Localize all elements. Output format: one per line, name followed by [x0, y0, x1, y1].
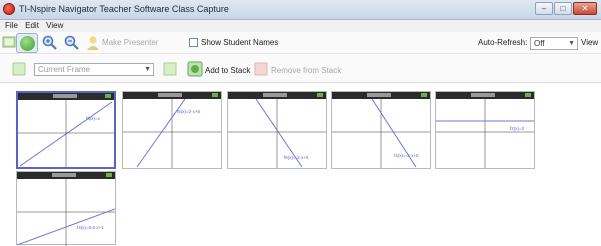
close-button[interactable]: ✕ — [573, 2, 597, 15]
menu-file[interactable]: File — [5, 20, 18, 32]
student-screen-thumbnail[interactable]: f2(x)=2 — [435, 91, 535, 169]
student-screen-thumbnail[interactable]: f4(x)=0.5·x+1 — [16, 171, 116, 246]
add-to-stack-button[interactable]: Add to Stack — [205, 66, 250, 75]
auto-refresh-label: Auto-Refresh: — [478, 38, 528, 47]
add-to-stack-icon — [187, 61, 203, 77]
function-label: f6(x)=-2·x+5 — [284, 155, 309, 160]
stack-icon — [163, 62, 177, 76]
refresh-icon — [20, 36, 35, 51]
graph-view: f4(x)=0.5·x+1 — [17, 179, 115, 246]
remove-from-stack-button[interactable]: Remove from Stack — [271, 66, 341, 75]
function-label: f2(x)=2 — [510, 126, 525, 131]
maximize-button[interactable]: □ — [554, 2, 572, 15]
graph-view: f2(x)=2 — [436, 99, 534, 168]
function-label: f4(x)=-2·x+5 — [394, 153, 419, 158]
student-screen-thumbnail[interactable]: f5(x)=2·x+5 — [122, 91, 222, 169]
student-screen-thumbnail[interactable]: f4(x)=-2·x+5 — [331, 91, 431, 169]
function-label: f5(x)=2·x+5 — [177, 109, 201, 114]
grid-view-icon[interactable] — [12, 62, 26, 76]
refresh-button[interactable] — [16, 33, 38, 53]
stack-toolbar: Current Frame ▼ Add to Stack Remove from… — [0, 55, 601, 83]
menu-bar: File Edit View — [0, 20, 601, 32]
main-toolbar: Make Presenter Show Student Names Auto-R… — [0, 32, 601, 54]
auto-refresh-value: Off — [534, 39, 545, 48]
graph-view: f6(x)=x — [18, 100, 114, 167]
function-label: f6(x)=x — [86, 116, 101, 121]
auto-refresh-select[interactable]: Off ▼ — [530, 37, 578, 50]
window-titlebar: TI-Nspire Navigator Teacher Software Cla… — [0, 0, 601, 20]
zoom-in-icon[interactable] — [42, 35, 58, 51]
capture-area: f6(x)=x f5(x)=2·x+5 f6(x)=-2·x+5 f4(x)=-… — [0, 84, 601, 246]
show-student-names-label[interactable]: Show Student Names — [201, 38, 278, 47]
chevron-down-icon: ▼ — [144, 66, 151, 73]
zoom-out-icon[interactable] — [64, 35, 80, 51]
graph-view: f5(x)=2·x+5 — [123, 99, 221, 168]
menu-view[interactable]: View — [46, 20, 63, 32]
function-label: f4(x)=0.5·x+1 — [77, 225, 104, 230]
window-title: TI-Nspire Navigator Teacher Software Cla… — [19, 4, 229, 14]
graph-view: f4(x)=-2·x+5 — [332, 99, 430, 168]
presenter-icon — [87, 36, 99, 50]
frame-select[interactable]: Current Frame ▼ — [34, 63, 154, 76]
view-label[interactable]: View — [581, 38, 598, 47]
remove-from-stack-icon — [254, 62, 268, 76]
window-controls: – □ ✕ — [535, 2, 597, 16]
chevron-down-icon: ▼ — [568, 40, 575, 47]
student-screen-thumbnail[interactable]: f6(x)=-2·x+5 — [227, 91, 327, 169]
frame-select-value: Current Frame — [38, 65, 91, 74]
minimize-button[interactable]: – — [535, 2, 553, 15]
student-screen-thumbnail[interactable]: f6(x)=x — [16, 91, 116, 169]
app-icon — [3, 3, 15, 15]
graph-view: f6(x)=-2·x+5 — [228, 99, 326, 168]
make-presenter-button[interactable]: Make Presenter — [102, 38, 158, 47]
show-student-names-checkbox[interactable] — [189, 38, 198, 47]
menu-edit[interactable]: Edit — [25, 20, 39, 32]
